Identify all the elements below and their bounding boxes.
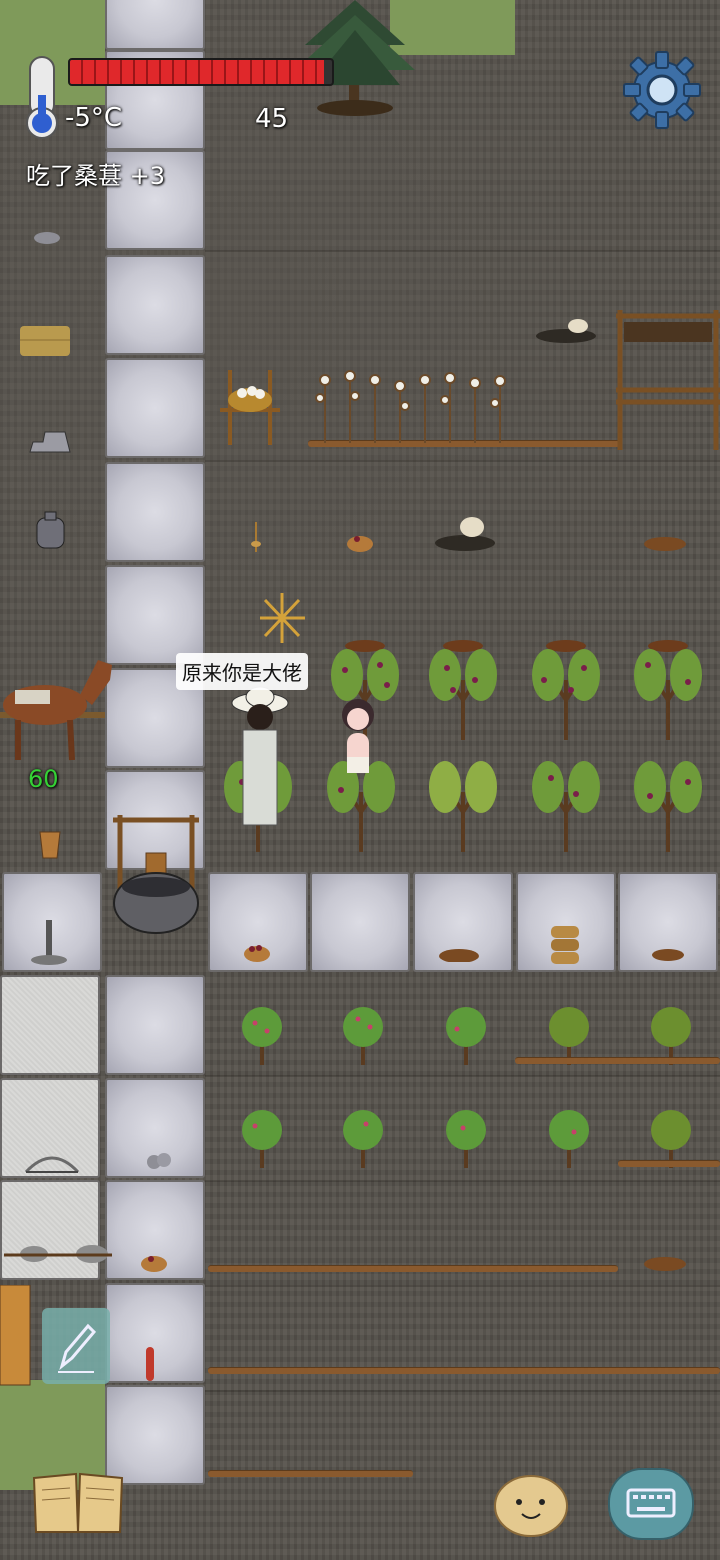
stone-item[interactable] — [32, 230, 62, 246]
soil-row — [208, 1367, 720, 1374]
status-message: 吃了桑葚 +3 — [26, 162, 166, 190]
thermometer-icon — [26, 56, 58, 139]
soil-row — [208, 1265, 618, 1272]
spindle[interactable] — [248, 522, 264, 554]
settings-gear-icon[interactable] — [622, 50, 702, 130]
stone-pile[interactable] — [144, 1150, 174, 1172]
player-character-elder[interactable] — [225, 685, 295, 835]
grindstone[interactable] — [4, 1243, 112, 1265]
field-line — [205, 1285, 720, 1287]
recipe-book-icon[interactable] — [30, 1470, 126, 1536]
water-well[interactable] — [108, 795, 204, 940]
loom[interactable] — [616, 310, 720, 450]
health-bar-fill — [70, 60, 325, 84]
baby-character[interactable] — [333, 695, 383, 805]
soil-row — [515, 1057, 720, 1064]
keyboard-icon — [626, 1488, 676, 1518]
edit-button[interactable] — [42, 1308, 110, 1384]
temperature-readout: -5°C — [65, 103, 123, 133]
rabbit-hole[interactable] — [430, 505, 500, 555]
dirt-pile[interactable] — [642, 1252, 688, 1272]
horse-counter: 60 — [28, 765, 59, 793]
bone-pile[interactable] — [530, 300, 602, 345]
berry-bowl[interactable] — [139, 1250, 169, 1274]
basket-stack[interactable] — [548, 922, 582, 967]
pencil-icon — [58, 1323, 97, 1373]
keyboard-chat-button[interactable] — [608, 1468, 694, 1540]
field-line — [205, 460, 720, 462]
berry-bowl[interactable] — [345, 530, 375, 554]
lamp-stand[interactable] — [28, 915, 72, 967]
field-line — [205, 1180, 720, 1182]
bow-saw[interactable] — [24, 1150, 80, 1176]
soil-row — [618, 1160, 720, 1167]
dirt-pile[interactable] — [642, 532, 688, 552]
hay-bundle[interactable] — [20, 320, 70, 358]
dirt-pile[interactable] — [437, 942, 481, 962]
skewer[interactable] — [143, 1345, 157, 1383]
field-line — [205, 250, 720, 252]
speech-bubble: 原来你是大佬 — [176, 653, 308, 690]
windmill-wheel[interactable] — [255, 588, 310, 648]
sewing-machine[interactable] — [25, 422, 75, 457]
horse[interactable] — [0, 650, 118, 770]
health-bar — [68, 58, 334, 86]
dirt-pile[interactable] — [650, 944, 686, 962]
spinning-wheel[interactable] — [210, 360, 300, 450]
cotton-plants[interactable] — [315, 368, 515, 443]
emote-face-icon[interactable] — [492, 1472, 570, 1538]
field-line — [205, 1390, 720, 1392]
field-line — [205, 1075, 720, 1077]
clay-jug[interactable] — [33, 510, 68, 550]
wood-cart[interactable] — [0, 1285, 45, 1390]
berry-bowl[interactable] — [242, 940, 272, 964]
age-readout: 45 — [255, 104, 289, 134]
soil-row — [208, 1470, 413, 1477]
wooden-bucket[interactable] — [37, 828, 63, 860]
